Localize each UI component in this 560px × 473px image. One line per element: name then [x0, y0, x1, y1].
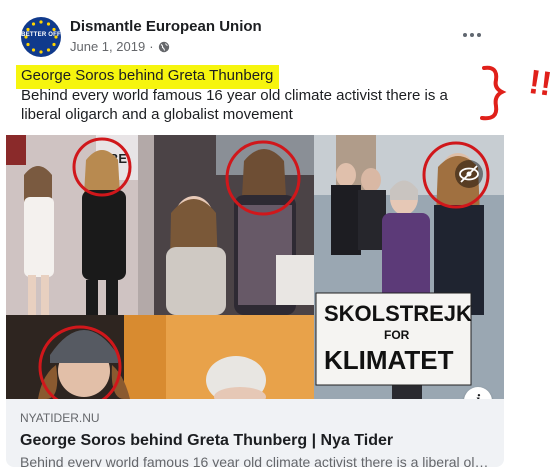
meta-separator: · [149, 39, 154, 54]
link-preview-footer[interactable]: NYATIDER.NU George Soros behind Greta Th… [6, 399, 504, 467]
post-body: Behind every world famous 16 year old cl… [21, 87, 448, 123]
page-name-link[interactable]: Dismantle European Union [70, 18, 262, 35]
post-meta: June 1, 2019 · [70, 39, 170, 54]
more-options-button[interactable] [458, 25, 486, 45]
avatar-label: BETTER OFF [21, 32, 61, 38]
sign-line-1: SKOLSTREJK [324, 301, 472, 326]
link-domain: NYATIDER.NU [20, 411, 100, 425]
post-card: BETTER OFF Dismantle European Union June… [6, 7, 504, 467]
post-headline: George Soros behind Greta Thunberg [21, 67, 274, 84]
exclamation-marks: !! [526, 63, 554, 104]
page-avatar[interactable]: BETTER OFF [21, 17, 61, 57]
collage-image: BE SKOLSTREJK FOR KLIMATET [6, 135, 504, 399]
sign-line-3: KLIMATET [324, 345, 454, 375]
dot-icon [470, 33, 474, 37]
post-date-link[interactable]: June 1, 2019 [70, 39, 145, 54]
sign-line-2: FOR [384, 328, 410, 342]
globe-icon[interactable] [158, 41, 170, 53]
link-title[interactable]: George Soros behind Greta Thunberg | Nya… [20, 432, 393, 450]
dot-icon [477, 33, 481, 37]
red-annotation: !! [480, 63, 554, 121]
link-preview-image[interactable]: BE SKOLSTREJK FOR KLIMATET [6, 135, 504, 399]
dot-icon [463, 33, 467, 37]
link-description: Behind every world famous 16 year old cl… [20, 454, 490, 467]
